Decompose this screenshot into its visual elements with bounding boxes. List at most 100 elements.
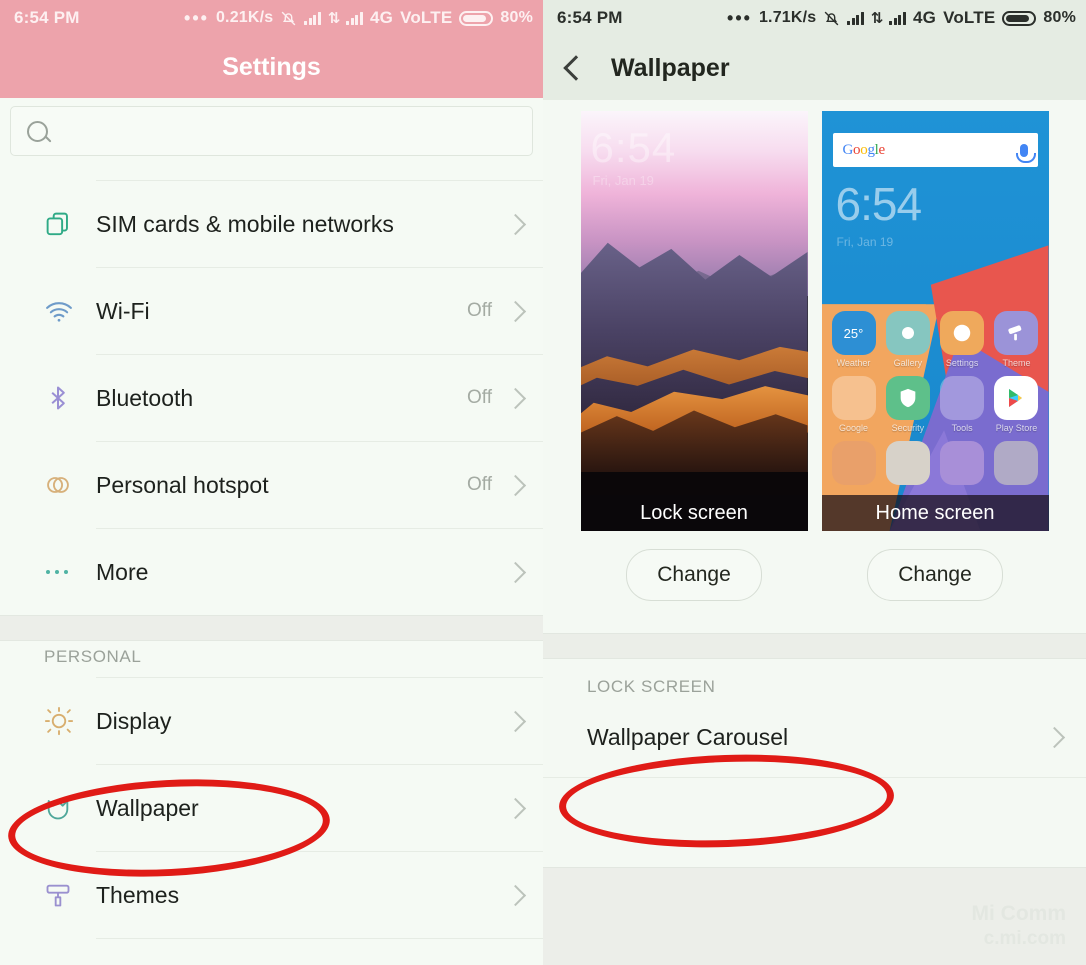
battery-percent: 80%	[1043, 9, 1076, 26]
sidebar-item-value: Off	[467, 387, 492, 408]
data-transfer-icon: ⇅	[327, 10, 341, 27]
mute-bell-icon	[280, 10, 297, 27]
lock-clock: 6:54	[590, 124, 677, 171]
section-header-lock-screen: LOCK SCREEN	[587, 677, 716, 696]
chevron-right-icon	[504, 474, 527, 496]
section-gap	[0, 615, 543, 641]
chevron-right-icon	[504, 797, 527, 819]
chevron-right-icon	[504, 884, 527, 906]
search-icon	[27, 120, 48, 142]
wallpaper-previews: 6:54 Fri, Jan 19 Lock screen Google 6:54…	[543, 100, 1086, 531]
sidebar-item-label: Display	[96, 707, 172, 734]
watermark: Mi Comm c.mi.com	[972, 901, 1067, 951]
network-type: 4G	[912, 8, 937, 27]
app-gallery[interactable]: Gallery	[884, 311, 932, 368]
sidebar-item-display[interactable]: Display	[0, 678, 543, 764]
chevron-right-icon	[504, 710, 527, 732]
microphone-icon[interactable]	[1015, 143, 1036, 163]
weather-temp: 25°	[843, 325, 864, 341]
home-clock: 6:54	[835, 178, 923, 230]
sidebar-item-personal-hotspot[interactable]: Personal hotspot Off	[0, 442, 543, 528]
sidebar-item-value: Off	[467, 300, 492, 321]
app-weather[interactable]: 25° Weather	[830, 311, 878, 368]
list-item-label: Wallpaper Carousel	[587, 723, 789, 750]
folder-icon	[831, 376, 876, 420]
app-label: Gallery	[893, 358, 923, 368]
sidebar-item-bluetooth[interactable]: Bluetooth Off	[0, 355, 543, 441]
status-dots-icon: •••	[184, 8, 209, 28]
app-folder-tools[interactable]: Tools	[938, 376, 986, 433]
volte-label: VoLTE	[400, 8, 453, 27]
divider	[96, 938, 543, 939]
sidebar-item-label: Wi-Fi	[96, 297, 150, 324]
sidebar-item-label: Personal hotspot	[96, 471, 269, 498]
app-phone[interactable]	[830, 441, 878, 485]
google-logo: Google	[842, 141, 886, 158]
page-title: Settings	[222, 52, 321, 81]
network-speed: 0.21K/s	[215, 9, 274, 26]
sidebar-item-more[interactable]: More	[0, 529, 543, 615]
sim-cards-icon	[44, 210, 96, 239]
app-settings[interactable]: Settings	[938, 311, 986, 368]
status-bar-left: 6:54 PM ••• 0.21K/s ⇅ 4G VoLTE 80%	[0, 0, 543, 36]
network-speed: 1.71K/s	[758, 9, 817, 26]
sidebar-item-wallpaper[interactable]: Wallpaper	[0, 765, 543, 851]
battery-icon	[459, 10, 494, 26]
chevron-right-icon	[504, 300, 527, 322]
search-container	[0, 98, 543, 166]
back-chevron-icon[interactable]	[563, 55, 589, 81]
app-theme[interactable]: Theme	[992, 311, 1040, 368]
battery-percent: 80%	[500, 9, 533, 26]
watermark-line-2: c.mi.com	[983, 928, 1066, 950]
app-label: Google	[838, 423, 869, 433]
app-messaging[interactable]	[938, 441, 986, 485]
home-screen-preview[interactable]: Google 6:54 Fri, Jan 19 25° Weather Gall…	[821, 111, 1049, 531]
theme-icon	[994, 311, 1039, 355]
settings-screen: 6:54 PM ••• 0.21K/s ⇅ 4G VoLTE 80% Setti…	[0, 0, 543, 965]
signal-bars-icon-2	[889, 11, 906, 25]
sidebar-item-label: Wallpaper	[96, 794, 199, 821]
change-lock-screen-button[interactable]: Change	[626, 549, 762, 601]
weather-icon: 25°	[831, 311, 876, 355]
sidebar-item-wifi[interactable]: Wi-Fi Off	[0, 268, 543, 354]
app-folder-google[interactable]: Google	[830, 376, 878, 433]
app-camera[interactable]	[992, 441, 1040, 485]
wifi-icon	[44, 296, 96, 326]
app-label: Security	[891, 423, 925, 433]
wallpaper-screen: 6:54 PM ••• 1.71K/s ⇅ 4G VoLTE 80% Wallp…	[543, 0, 1086, 965]
change-home-screen-button[interactable]: Change	[867, 549, 1003, 601]
lock-screen-thumbnail[interactable]: 6:54 Fri, Jan 19 Lock screen	[580, 111, 808, 531]
folder-icon-2	[940, 376, 985, 420]
list-item-wallpaper-carousel[interactable]: Wallpaper Carousel	[543, 697, 1086, 777]
app-security[interactable]: Security	[884, 376, 932, 433]
google-search-widget[interactable]: Google	[832, 133, 1038, 167]
browser-icon	[885, 441, 930, 485]
messaging-icon	[940, 441, 985, 485]
status-dots-icon: •••	[727, 8, 752, 28]
wallpaper-title-bar: Wallpaper	[543, 36, 1086, 100]
sidebar-item-label: More	[96, 558, 149, 585]
settings-title-bar: Settings	[0, 36, 543, 98]
signal-bars-icon	[304, 11, 321, 25]
app-label: Theme	[1002, 358, 1031, 368]
sidebar-item-themes[interactable]: Themes	[0, 852, 543, 938]
tulip-wallpaper-icon	[44, 794, 96, 822]
volte-label: VoLTE	[943, 8, 996, 27]
app-browser[interactable]	[884, 441, 932, 485]
app-row-1: 25° Weather Gallery Settings Theme	[830, 311, 1041, 368]
play-store-icon	[994, 376, 1039, 420]
sidebar-item-label: Bluetooth	[96, 384, 194, 411]
chevron-right-icon	[504, 387, 527, 409]
gear-icon	[940, 311, 985, 355]
screenshot-pair: 6:54 PM ••• 0.21K/s ⇅ 4G VoLTE 80% Setti…	[0, 0, 1086, 965]
section-gap	[543, 633, 1086, 659]
home-screen-thumbnail[interactable]: Google 6:54 Fri, Jan 19 25° Weather Gall…	[821, 111, 1049, 531]
more-dots-icon	[44, 567, 96, 577]
network-type: 4G	[369, 8, 394, 27]
app-play-store[interactable]: Play Store	[992, 376, 1040, 433]
search-input[interactable]	[10, 106, 533, 156]
lock-screen-preview[interactable]: 6:54 Fri, Jan 19 Lock screen	[580, 111, 808, 531]
divider	[543, 777, 1086, 778]
lock-date: Fri, Jan 19	[592, 173, 654, 188]
sidebar-item-sim-cards[interactable]: SIM cards & mobile networks	[0, 181, 543, 267]
